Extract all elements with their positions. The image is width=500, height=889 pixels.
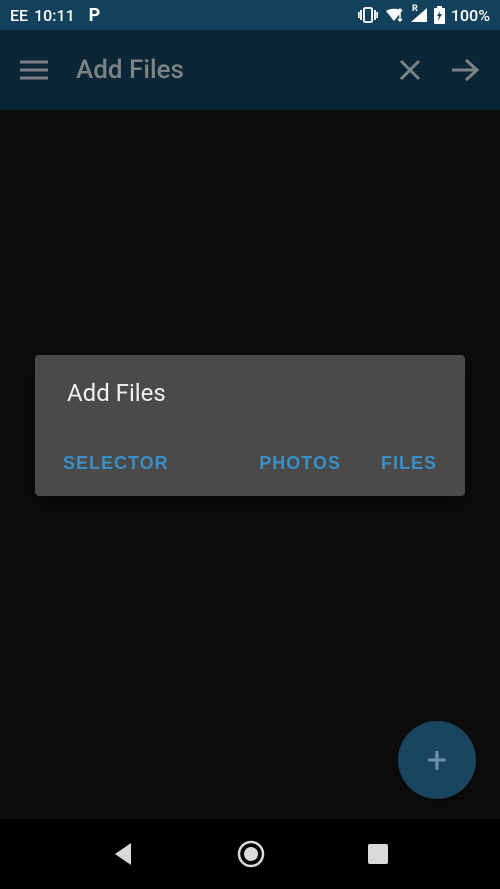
menu-icon[interactable] — [20, 60, 48, 80]
dialog-actions: SELECTOR PHOTOS FILES — [59, 447, 441, 480]
signal-icon: R — [410, 7, 428, 23]
clock-label: 10:11 — [34, 6, 75, 25]
app-bar-actions — [398, 58, 480, 82]
app-bar: Add Files — [0, 30, 500, 110]
dialog-title: Add Files — [59, 379, 441, 407]
home-nav-button[interactable] — [236, 839, 266, 869]
plus-icon: + — [427, 739, 447, 781]
battery-icon — [434, 6, 445, 24]
files-button[interactable]: FILES — [377, 447, 441, 480]
carrier-label: EE — [10, 6, 28, 25]
recents-nav-button[interactable] — [367, 843, 389, 865]
close-icon[interactable] — [398, 58, 422, 82]
system-nav-bar — [0, 819, 500, 889]
vibrate-icon — [358, 7, 378, 23]
roaming-indicator: R — [412, 4, 418, 14]
wifi-icon — [384, 7, 404, 23]
photos-button[interactable]: PHOTOS — [255, 447, 345, 480]
battery-label: 100% — [451, 6, 490, 25]
status-right: R 100% — [358, 6, 490, 25]
page-title: Add Files — [76, 55, 370, 85]
selector-button[interactable]: SELECTOR — [59, 447, 173, 480]
back-nav-button[interactable] — [111, 841, 135, 867]
screen: EE 10:11 P R 100% Add Files — [0, 0, 500, 889]
status-left: EE 10:11 P — [10, 5, 100, 26]
add-fab[interactable]: + — [398, 721, 476, 799]
status-bar: EE 10:11 P R 100% — [0, 0, 500, 30]
forward-arrow-icon[interactable] — [450, 58, 480, 82]
add-files-dialog: Add Files SELECTOR PHOTOS FILES — [35, 355, 465, 496]
app-indicator-icon: P — [89, 5, 101, 26]
